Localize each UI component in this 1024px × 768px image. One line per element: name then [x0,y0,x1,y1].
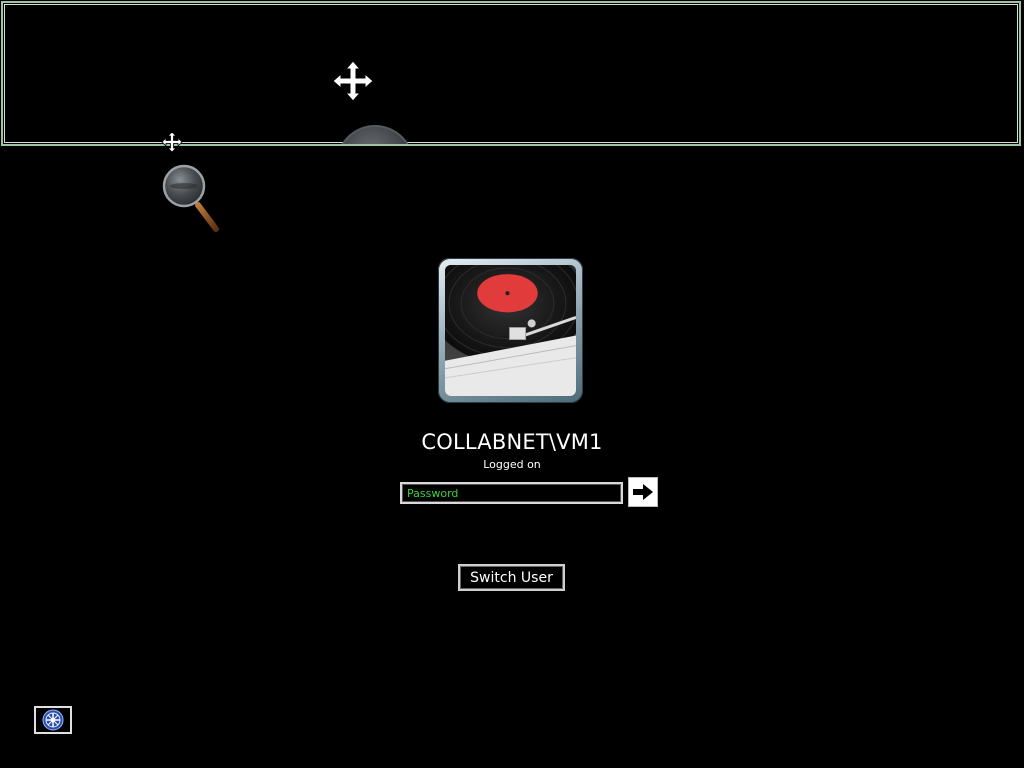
logon-screen: COLLABNET\VM1 Logged on Switch User [0,0,1024,768]
move-icon [332,60,374,102]
user-tile[interactable] [438,258,583,403]
magnifier-viewport[interactable] [1,1,1021,146]
arrow-right-icon [633,484,653,500]
magnifier-glass-icon[interactable] [160,163,224,235]
submit-arrow-button[interactable] [628,477,658,507]
user-name: COLLABNET\VM1 [421,430,603,454]
switch-user-button[interactable]: Switch User [458,564,565,591]
user-status: Logged on [483,458,541,471]
password-field[interactable] [400,482,623,504]
switch-user-label: Switch User [470,569,553,586]
magnifier-lens-icon [336,125,414,144]
ease-of-access-icon [42,709,64,731]
move-cursor-icon [161,131,183,153]
ease-of-access-button[interactable] [34,706,72,734]
record-player-icon [445,265,576,396]
